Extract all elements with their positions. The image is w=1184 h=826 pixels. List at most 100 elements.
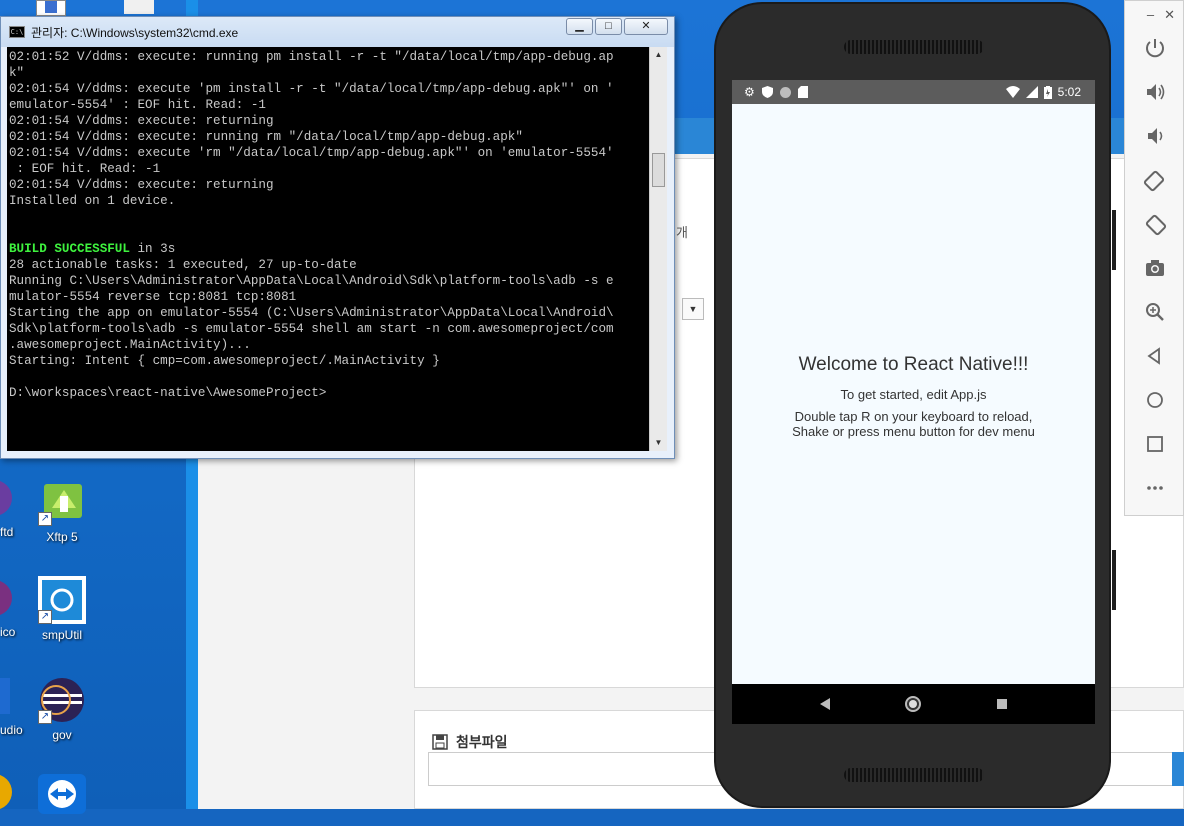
desktop-icon-label: smpUtil	[41, 628, 82, 642]
status-right-icons: 5:02	[1005, 85, 1081, 99]
console-line: 02:01:52 V/ddms: execute: running pm ins…	[9, 50, 614, 64]
partial-icon-label: udio	[0, 723, 23, 737]
close-button[interactable]: ✕	[624, 18, 668, 35]
shield-icon	[761, 86, 773, 98]
console-line: emulator-5554' : EOF hit. Read: -1	[9, 98, 266, 112]
shortcut-arrow-icon: ↗	[38, 512, 52, 526]
shortcut-arrow-icon: ↗	[38, 610, 52, 624]
attachment-browse-button[interactable]	[1172, 752, 1184, 786]
desktop-icon-teamviewer[interactable]	[24, 774, 100, 826]
power-side-button	[1112, 550, 1116, 610]
chevron-down-icon: ▼	[688, 304, 698, 314]
build-status-text: BUILD SUCCESSFUL	[9, 242, 130, 256]
camera-icon[interactable]	[1143, 257, 1167, 281]
power-icon[interactable]	[1143, 37, 1167, 61]
partial-icon-label: ico	[0, 625, 16, 639]
rotate-left-icon[interactable]	[1143, 169, 1167, 193]
cmd-app-icon: C:\	[9, 26, 25, 38]
shortcut-arrow-icon: ↗	[38, 710, 52, 724]
desktop-icon-smputil[interactable]: ↗ smpUtil	[24, 576, 100, 642]
toolbar-close-button[interactable]: ✕	[1164, 7, 1175, 27]
save-disk-icon	[432, 734, 448, 750]
toolbar-minimize-button[interactable]: –	[1147, 7, 1154, 27]
volume-down-icon[interactable]	[1143, 125, 1167, 149]
xftp-icon: ↗	[38, 478, 86, 526]
partial-app-icon	[0, 481, 12, 515]
status-time: 5:02	[1057, 85, 1081, 99]
attachment-label: 첨부파일	[456, 734, 508, 750]
react-native-app-view[interactable]: Welcome to React Native!!! To get starte…	[732, 104, 1095, 684]
console-line: : EOF hit. Read: -1	[9, 162, 161, 176]
eclipse-icon: ↗	[38, 676, 86, 724]
minimize-button[interactable]: ▁	[566, 18, 593, 35]
zoom-icon[interactable]	[1143, 301, 1167, 325]
window-controls: ▁ □ ✕	[566, 18, 668, 35]
console-line: 02:01:54 V/ddms: execute: running rm "/d…	[9, 130, 523, 144]
cmd-scrollbar[interactable]: ▲ ▼	[649, 47, 667, 451]
console-line: 02:01:54 V/ddms: execute 'rm "/data/loca…	[9, 146, 614, 160]
console-line: mulator-5554 reverse tcp:8081 tcp:8081	[9, 290, 297, 304]
welcome-text: Welcome to React Native!!!	[798, 354, 1029, 375]
partial-desktop-icon-2[interactable]: ico	[0, 578, 15, 639]
console-line: D:\workspaces\react-native\AwesomeProjec…	[9, 386, 327, 400]
bottom-speaker-grille	[844, 768, 984, 782]
circle-status-icon	[779, 86, 791, 98]
console-line: BUILD SUCCESSFUL in 3s	[9, 241, 649, 257]
reload-instructions-line1: Double tap R on your keyboard to reload,	[794, 409, 1033, 424]
console-line: 28 actionable tasks: 1 executed, 27 up-t…	[9, 258, 357, 272]
battery-icon	[1043, 85, 1052, 99]
dropdown-toggle-button[interactable]: ▼	[682, 298, 704, 320]
volume-up-icon[interactable]	[1143, 81, 1167, 105]
partial-desktop-icon-3[interactable]: udio	[0, 676, 23, 737]
partial-desktop-icon-1[interactable]: ftd	[0, 478, 13, 539]
maximize-button[interactable]: □	[595, 18, 622, 35]
android-status-bar: ⚙ 5:02	[732, 80, 1095, 104]
teamviewer-icon	[38, 774, 86, 822]
settings-gear-icon: ⚙	[744, 85, 755, 99]
scroll-down-arrow-icon[interactable]: ▼	[650, 435, 667, 451]
console-line: 02:01:54 V/ddms: execute: returning	[9, 178, 274, 192]
instructions-text: To get started, edit App.js	[840, 387, 987, 402]
status-left-icons: ⚙	[744, 86, 808, 98]
desktop-icon-gov[interactable]: ↗ gov	[24, 676, 100, 742]
partial-icon-label: ftd	[0, 525, 14, 539]
attachment-heading: 첨부파일	[432, 732, 508, 752]
overview-square-icon[interactable]	[1143, 433, 1167, 457]
android-nav-bar	[732, 684, 1095, 724]
desktop-icon-label: gov	[52, 728, 72, 742]
console-line: k"	[9, 66, 25, 80]
smputil-icon: ↗	[38, 576, 86, 624]
rotate-right-icon[interactable]	[1143, 213, 1167, 237]
wifi-icon	[1005, 86, 1020, 98]
scroll-thumb[interactable]	[652, 153, 665, 187]
desktop-icon-xftp[interactable]: ↗ Xftp 5	[24, 478, 100, 544]
more-options-icon[interactable]	[1143, 477, 1167, 501]
console-output[interactable]: 02:01:52 V/ddms: execute: running pm ins…	[7, 47, 649, 451]
partial-app-icon	[0, 678, 10, 714]
console-line: Starting the app on emulator-5554 (C:\Us…	[9, 306, 614, 320]
home-circle-icon[interactable]	[1143, 389, 1167, 413]
desktop-icon-label: Xftp 5	[46, 530, 78, 544]
nav-back-icon[interactable]	[819, 698, 830, 710]
nav-recents-icon[interactable]	[997, 699, 1008, 709]
emulator-toolbar: – ✕	[1124, 0, 1184, 516]
sd-card-icon	[797, 86, 808, 98]
nav-home-icon[interactable]	[905, 696, 922, 712]
partial-desktop-icon-top-2[interactable]	[124, 0, 154, 14]
device-screen[interactable]: ⚙ 5:02 Welcome to React Native!!! To get…	[732, 80, 1095, 724]
partial-desktop-icon-4[interactable]	[0, 774, 12, 813]
scroll-up-arrow-icon[interactable]: ▲	[650, 47, 667, 63]
cmd-window[interactable]: C:\ 관리자: C:\Windows\system32\cmd.exe ▁ □…	[0, 16, 675, 459]
cmd-titlebar[interactable]: C:\ 관리자: C:\Windows\system32\cmd.exe ▁ □…	[1, 17, 674, 47]
console-line: Running C:\Users\Administrator\AppData\L…	[9, 274, 614, 288]
reload-instructions-line2: Shake or press menu button for dev menu	[792, 424, 1035, 439]
partial-app-icon	[0, 581, 12, 615]
partial-app-icon	[0, 775, 12, 809]
console-line: .awesomeproject.MainActivity)...	[9, 338, 251, 352]
partial-desktop-icon-top[interactable]	[36, 0, 66, 16]
console-line: Installed on 1 device.	[9, 194, 176, 208]
back-triangle-icon[interactable]	[1143, 345, 1167, 369]
